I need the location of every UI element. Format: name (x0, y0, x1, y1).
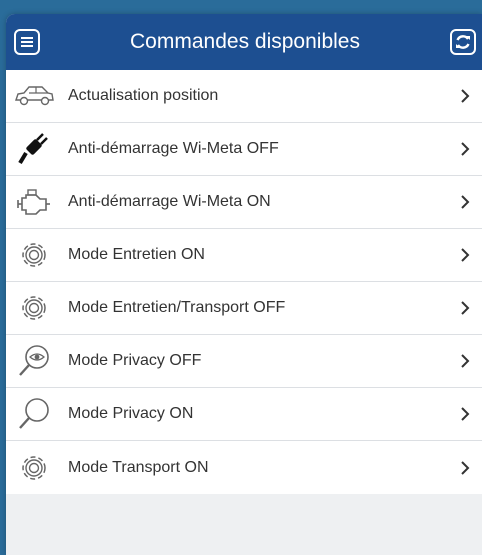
menu-button[interactable] (14, 29, 40, 55)
command-list: Actualisation position Anti-démarrage Wi… (6, 70, 482, 494)
engine-icon (10, 182, 58, 222)
command-item-anti-demarrage-on[interactable]: Anti-démarrage Wi-Meta ON (6, 176, 482, 229)
chevron-right-icon (461, 460, 470, 475)
chevron-right-icon (461, 301, 470, 315)
command-label: Mode Privacy OFF (68, 352, 202, 369)
chevron-right-icon (461, 248, 470, 262)
chevron-right-icon (461, 407, 470, 421)
gear-icon (10, 235, 58, 275)
header-bar: Commandes disponibles (6, 14, 482, 70)
refresh-icon (456, 35, 470, 49)
command-item-actualisation-position[interactable]: Actualisation position (6, 70, 482, 123)
command-label: Anti-démarrage Wi-Meta ON (68, 193, 271, 210)
plug-icon (10, 129, 58, 169)
command-label: Mode Entretien ON (68, 246, 205, 263)
command-label: Mode Entretien/Transport OFF (68, 299, 286, 316)
chevron-right-icon (461, 195, 470, 209)
page-title: Commandes disponibles (130, 30, 360, 53)
command-item-anti-demarrage-off[interactable]: Anti-démarrage Wi-Meta OFF (6, 123, 482, 176)
chevron-right-icon (461, 89, 470, 103)
car-icon (10, 76, 58, 116)
command-item-mode-transport-on[interactable]: Mode Transport ON (6, 441, 482, 494)
command-label: Anti-démarrage Wi-Meta OFF (68, 140, 279, 157)
command-label: Mode Privacy ON (68, 405, 194, 422)
command-label: Actualisation position (68, 87, 219, 104)
gear-icon (10, 288, 58, 328)
command-item-mode-entretien-transport-off[interactable]: Mode Entretien/Transport OFF (6, 282, 482, 335)
app-window: Commandes disponibles Actualisation posi… (6, 14, 482, 555)
command-item-mode-privacy-off[interactable]: Mode Privacy OFF (6, 335, 482, 388)
command-item-mode-privacy-on[interactable]: Mode Privacy ON (6, 388, 482, 441)
command-item-mode-entretien-on[interactable]: Mode Entretien ON (6, 229, 482, 282)
gear-icon (10, 448, 58, 488)
refresh-button[interactable] (450, 29, 476, 55)
chevron-right-icon (461, 142, 470, 156)
menu-icon (21, 37, 33, 47)
chevron-right-icon (461, 354, 470, 368)
command-label: Mode Transport ON (68, 458, 209, 476)
eye-magnifier-icon (10, 341, 58, 381)
magnifier-icon (10, 394, 58, 434)
